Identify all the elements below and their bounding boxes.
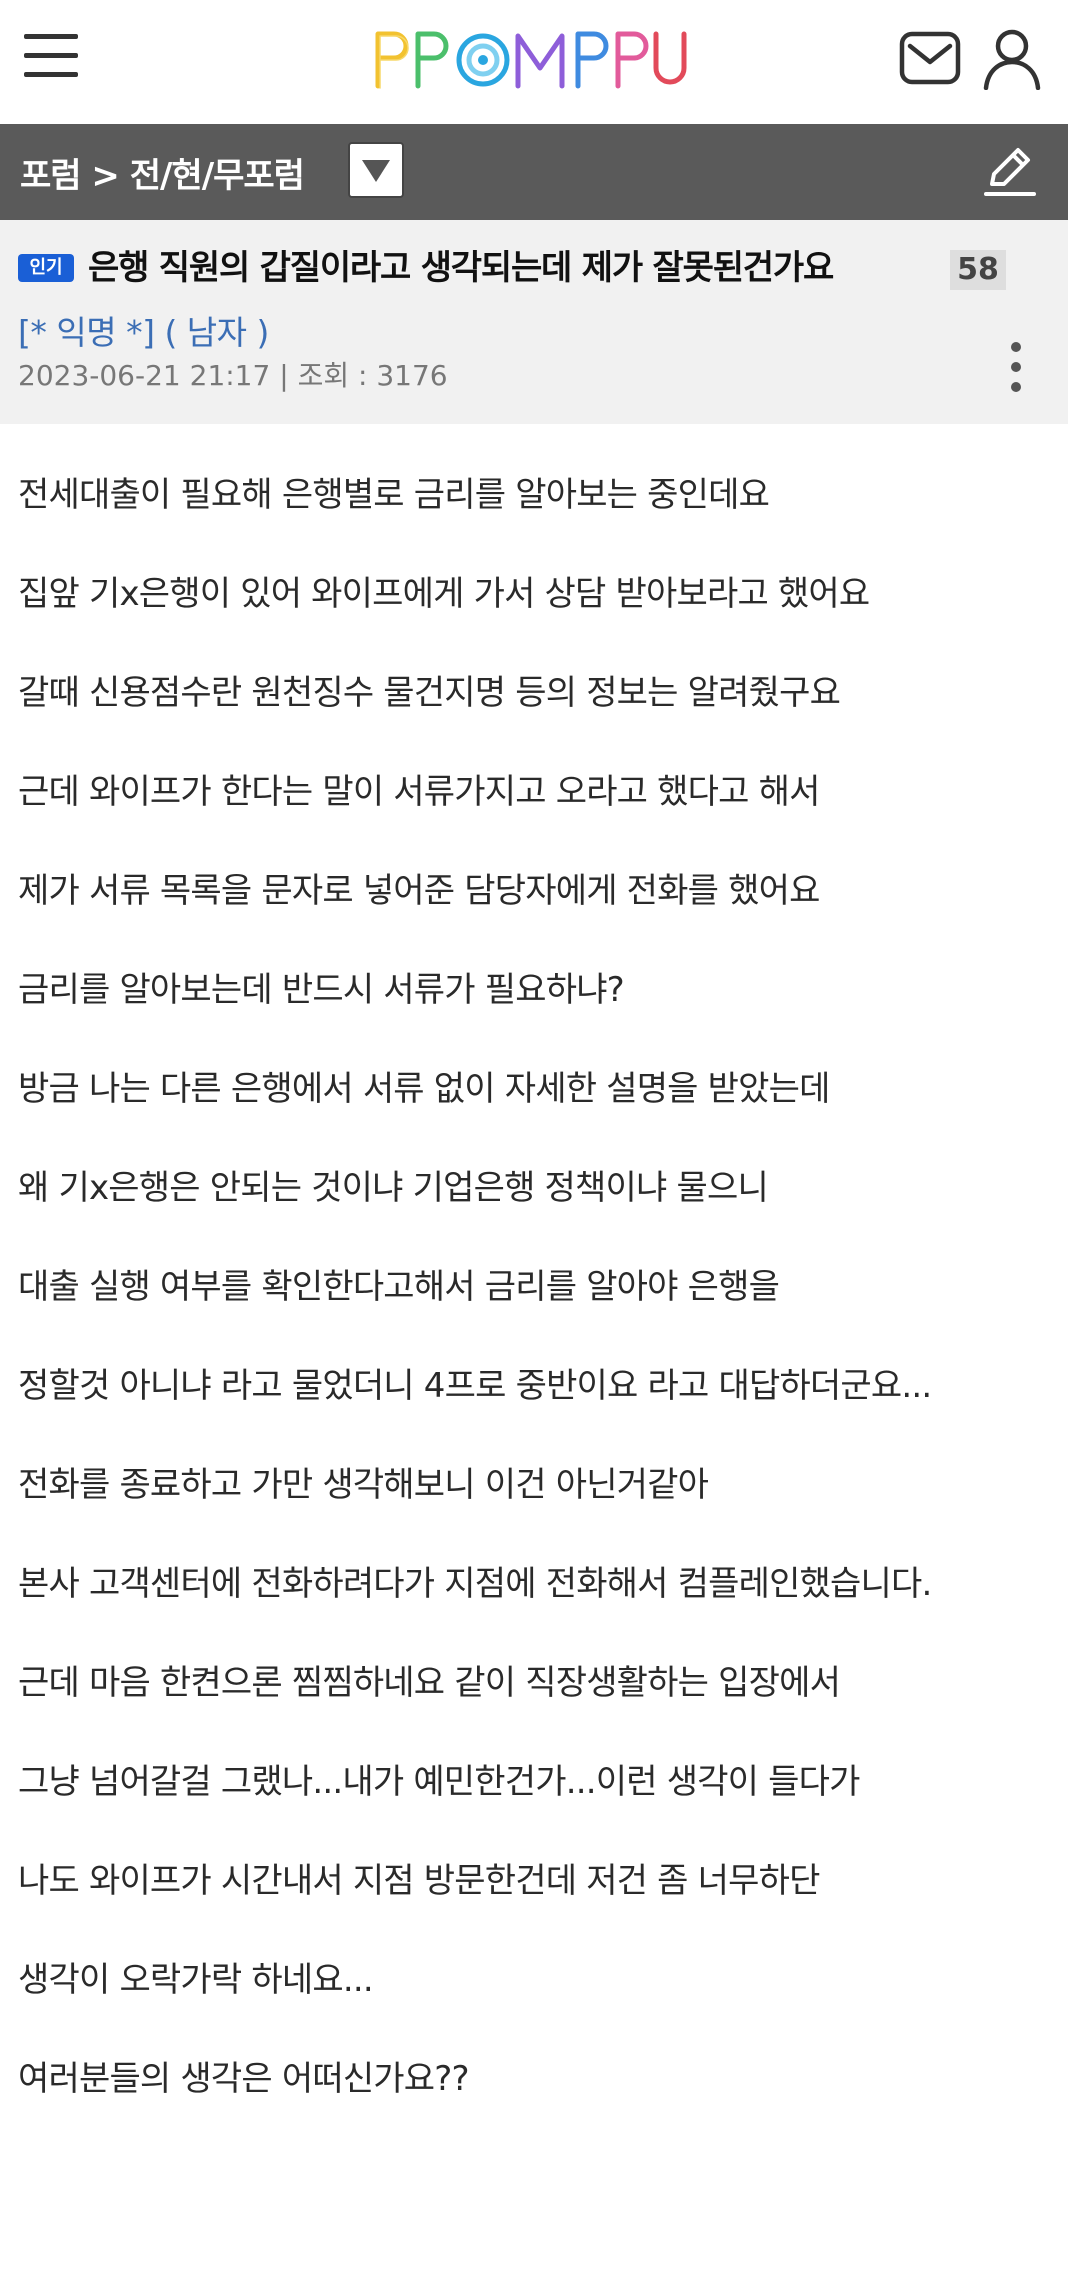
menu-icon[interactable] [24, 32, 80, 80]
hot-badge: 인기 [18, 254, 74, 282]
site-logo[interactable] [372, 24, 692, 96]
forum-nav-bar: 포럼 > 전/현/무포럼 [0, 124, 1068, 220]
breadcrumb[interactable]: 포럼 > 전/현/무포럼 [20, 124, 305, 220]
body-paragraph: 갈때 신용점수란 원천징수 물건지명 등의 정보는 알려줬구요 [18, 673, 841, 713]
post-title: 은행 직원의 갑질이라고 생각되는데 제가 잘못된건가요 [88, 248, 834, 288]
post-date: 2023-06-21 21:17 [18, 359, 271, 392]
body-paragraph: 집앞 기x은행이 있어 와이프에게 가서 상담 받아보라고 했어요 [18, 574, 870, 614]
ppomppu-logo [375, 31, 687, 89]
body-paragraph: 전세대출이 필요해 은행별로 금리를 알아보는 중인데요 [18, 475, 770, 515]
top-header [0, 0, 1068, 124]
user-icon[interactable] [982, 28, 1042, 91]
dropdown-arrow-icon [362, 160, 390, 182]
more-vertical-icon[interactable] [1000, 338, 1032, 398]
forum-dropdown-button[interactable] [348, 142, 404, 198]
pencil-icon[interactable] [980, 142, 1040, 202]
body-paragraph: 금리를 알아보는데 반드시 서류가 필요하냐? [18, 970, 625, 1010]
body-paragraph: 근데 와이프가 한다는 말이 서류가지고 오라고 했다고 해서 [18, 772, 820, 812]
body-paragraph: 생각이 오락가락 하네요... [18, 1960, 374, 2000]
body-paragraph: 정할것 아니냐 라고 물었더니 4프로 중반이요 라고 대답하더군요... [18, 1366, 932, 1406]
body-paragraph: 여러분들의 생각은 어떠신가요?? [18, 2059, 470, 2099]
post-views: 조회 : 3176 [297, 359, 448, 392]
body-paragraph: 본사 고객센터에 전화하려다가 지점에 전화해서 컴플레인했습니다. [18, 1564, 932, 1604]
body-paragraph: 방금 나는 다른 은행에서 서류 없이 자세한 설명을 받았는데 [18, 1069, 830, 1109]
body-paragraph: 나도 와이프가 시간내서 지점 방문한건데 저건 좀 너무하단 [18, 1861, 820, 1901]
body-paragraph: 그냥 넘어갈걸 그랬나...내가 예민한건가...이런 생각이 들다가 [18, 1762, 860, 1802]
post-body: 전세대출이 필요해 은행별로 금리를 알아보는 중인데요 집앞 기x은행이 있어… [18, 470, 1028, 2153]
body-paragraph: 근데 마음 한켠으론 찜찜하네요 같이 직장생활하는 입장에서 [18, 1663, 841, 1703]
post-meta: 2023-06-21 21:17 | 조회 : 3176 [18, 359, 448, 392]
post-author[interactable]: [* 익명 *] ( 남자 ) [18, 306, 269, 354]
comment-count[interactable]: 58 [950, 250, 1006, 290]
body-paragraph: 왜 기x은행은 안되는 것이냐 기업은행 정책이냐 물으니 [18, 1168, 769, 1208]
post-header: 인기 은행 직원의 갑질이라고 생각되는데 제가 잘못된건가요 58 [* 익명… [0, 220, 1068, 424]
body-paragraph: 전화를 종료하고 가만 생각해보니 이건 아닌거같아 [18, 1465, 709, 1505]
body-paragraph: 대출 실행 여부를 확인한다고해서 금리를 알아야 은행을 [18, 1267, 780, 1307]
mail-icon[interactable] [898, 30, 962, 86]
body-paragraph: 제가 서류 목록을 문자로 넣어준 담당자에게 전화를 했어요 [18, 871, 820, 911]
